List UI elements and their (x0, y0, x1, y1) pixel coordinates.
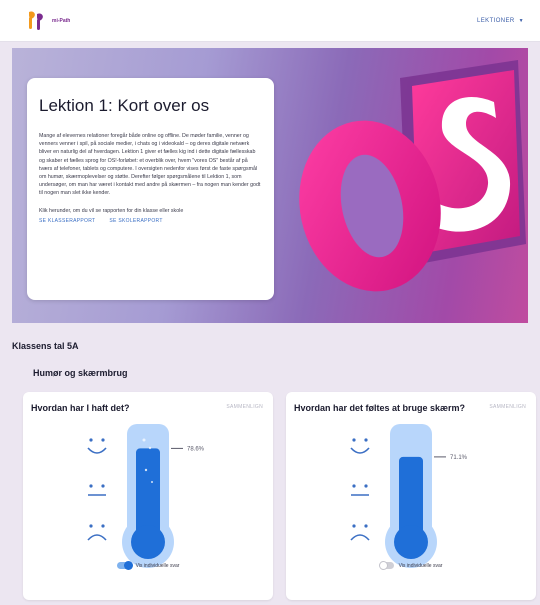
toggle-label: Vis individuelle svar (135, 562, 180, 569)
toggle-label: Vis individuelle svar (398, 562, 443, 569)
lesson-title: Lektion 1: Kort over os (39, 96, 210, 115)
compare-button[interactable]: SAMMENLIGN (489, 404, 526, 410)
screen-thermometer: 71.1% (350, 424, 468, 568)
mood-thermometer: 78.6% (87, 424, 205, 568)
lektioner-menu[interactable]: LEKTIONER ▼ (477, 18, 524, 24)
individual-answers-row: Vis individuelle svar (286, 561, 536, 570)
top-bar: mi-Path LEKTIONER ▼ (0, 0, 540, 42)
screen-card-title: Hvordan har det føltes at bruge skærm? (294, 403, 466, 413)
happy-face-icon (350, 438, 370, 454)
mood-card-title: Hvordan har I haft det? (31, 403, 130, 413)
school-report-link[interactable]: SE SKOLERAPPORT (109, 218, 162, 224)
mood-percentage: 78.6% (187, 446, 205, 452)
individual-answers-toggle[interactable] (116, 561, 133, 570)
mood-card: Hvordan har I haft det? SAMMENLIGN 78.6% (23, 392, 273, 600)
lektioner-menu-label: LEKTIONER (477, 17, 515, 24)
logo-icon (29, 11, 43, 30)
faces (87, 438, 107, 541)
neutral-face-icon (351, 484, 369, 496)
logo[interactable]: mi-Path (26, 10, 70, 32)
individual-answers-toggle[interactable] (378, 561, 394, 570)
happy-face-icon (87, 438, 107, 454)
sad-face-icon (87, 524, 107, 541)
class-report-link[interactable]: SE KLASSERAPPORT (39, 218, 95, 224)
screen-percentage: 71.1% (450, 455, 468, 461)
report-links: SE KLASSERAPPORT SE SKOLERAPPORT (39, 218, 262, 224)
faces (350, 438, 370, 541)
individual-answers-row: Vis individuelle svar (23, 561, 273, 570)
hero-banner: Lektion 1: Kort over os Mange af elevern… (12, 48, 528, 323)
lesson-description: Mange af elevernes relationer foregår bå… (39, 133, 261, 197)
chevron-down-icon: ▼ (518, 17, 524, 24)
compare-button[interactable]: SAMMENLIGN (226, 404, 263, 410)
neutral-face-icon (88, 484, 106, 496)
lesson-intro-card: Lektion 1: Kort over os Mange af elevern… (27, 78, 274, 300)
logo-text: mi-Path (52, 17, 71, 24)
mood-screen-subtitle: Humør og skærmbrug (33, 368, 128, 378)
os-logo-art (299, 60, 526, 292)
class-stats-title: Klassens tal 5A (12, 341, 79, 351)
screen-use-card: Hvordan har det føltes at bruge skærm? S… (286, 392, 536, 600)
sad-face-icon (350, 524, 370, 541)
report-prompt: Klik herunder, om du vil se rapporten fo… (39, 207, 184, 214)
